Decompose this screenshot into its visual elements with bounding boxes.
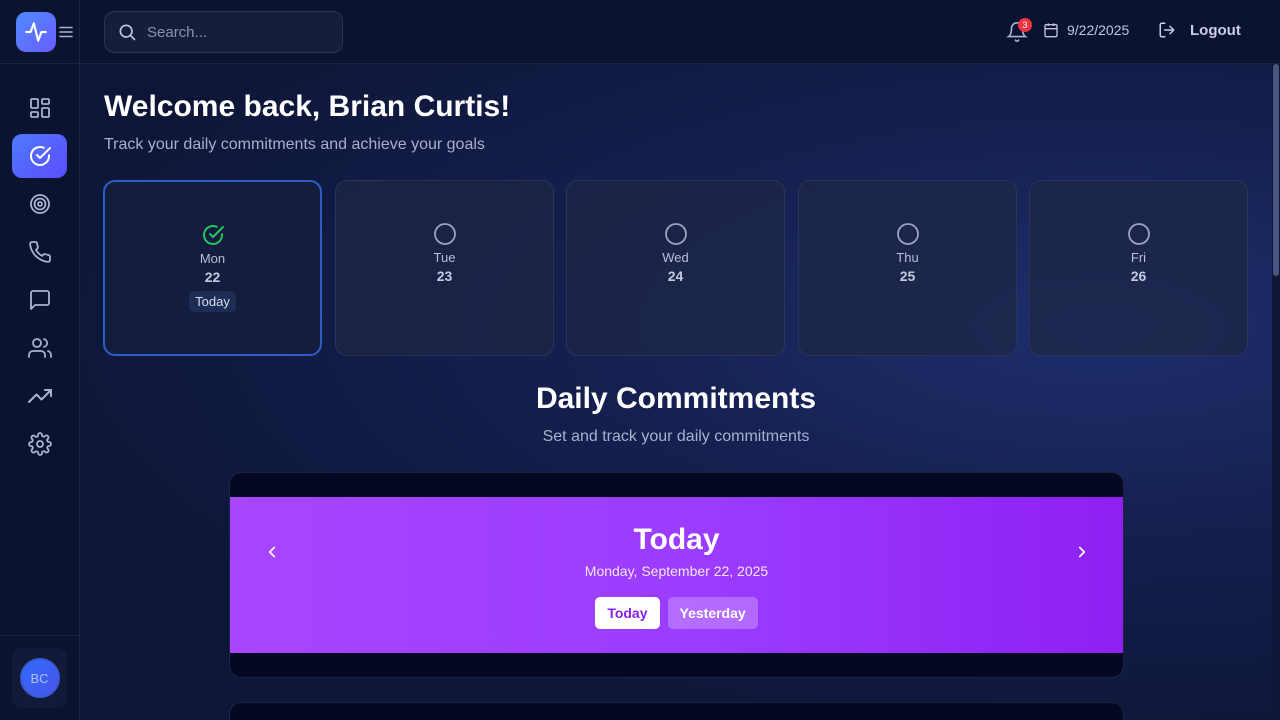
today-button[interactable]: Today [595,597,660,629]
day-card-thu[interactable]: Thu 25 [798,180,1017,356]
chevron-right-icon[interactable] [1073,543,1091,561]
week-days: Mon 22 Today Tue 23 Wed 24 Thu 25 Fri 26 [103,180,1248,356]
day-number: 25 [899,268,916,284]
activity-icon [25,22,47,42]
day-name: Wed [662,250,689,265]
day-name: Thu [896,250,919,265]
current-date: 9/22/2025 [1043,22,1129,38]
banner-date: Monday, September 22, 2025 [584,563,769,579]
sidebar-item-calls[interactable] [12,230,67,274]
notification-badge: 3 [1018,18,1032,32]
page-title: Welcome back, Brian Curtis! [104,90,511,123]
trending-up-icon [27,389,52,403]
circle-icon [896,223,919,245]
app-logo[interactable] [16,12,56,52]
sidebar: BC [0,0,80,720]
phone-icon [28,241,51,263]
scrollbar[interactable] [1272,64,1280,720]
logout-icon [1159,22,1175,38]
today-tag: Today [189,291,236,312]
date-text: 9/22/2025 [1067,22,1130,38]
day-number: 24 [667,268,684,284]
logout-button[interactable]: Logout [1158,21,1241,39]
day-card-fri[interactable]: Fri 26 [1029,180,1248,356]
yesterday-button[interactable]: Yesterday [667,597,758,629]
day-number: 26 [1130,268,1147,284]
search-input[interactable] [147,23,327,41]
sidebar-item-messages[interactable] [12,278,67,322]
day-number: 23 [436,268,453,284]
topbar: 3 9/22/2025 Logout [80,0,1280,64]
day-name: Mon [199,251,226,266]
check-circle-icon [29,146,51,166]
calendar-icon [1044,23,1058,38]
day-card-mon[interactable]: Mon 22 Today [103,180,322,356]
sidebar-item-users[interactable] [12,326,67,370]
search-box[interactable] [104,11,343,53]
dashboard-icon [29,98,50,118]
day-switcher: Today Yesterday [230,597,1123,629]
day-name: Fri [1130,250,1147,265]
sidebar-item-goals[interactable] [12,182,67,226]
check-circle-icon [202,225,224,245]
circle-icon [1127,223,1150,245]
circle-icon [433,223,456,245]
search-icon [119,24,136,41]
day-number: 22 [204,269,221,285]
sidebar-item-settings[interactable] [12,422,67,466]
section-subtitle: Set and track your daily commitments [542,428,810,445]
target-icon [29,194,50,214]
scrollbar-thumb[interactable] [1273,64,1279,276]
sidebar-item-commitments[interactable] [12,134,67,178]
sidebar-item-dashboard[interactable] [12,86,67,130]
avatar[interactable]: BC [19,658,60,698]
banner-title: Today [633,523,720,556]
gear-icon [27,432,52,456]
next-card [229,702,1124,720]
sidebar-item-analytics[interactable] [12,374,67,418]
date-banner: Today Monday, September 22, 2025 Today Y… [230,497,1123,653]
logout-label: Logout [1190,21,1241,39]
section-title: Daily Commitments [535,382,817,415]
sidebar-nav [12,86,67,470]
main-content: Welcome back, Brian Curtis! Track your d… [80,64,1280,720]
day-name: Tue [433,250,456,265]
sidebar-footer: BC [0,635,80,720]
logo-row [0,0,79,64]
day-card-wed[interactable]: Wed 24 [566,180,785,356]
commitments-card: Today Monday, September 22, 2025 Today Y… [229,472,1124,678]
users-icon [27,338,52,358]
circle-icon [664,223,687,245]
message-icon [29,290,50,310]
notifications-button[interactable]: 3 [1006,18,1032,43]
page-subtitle: Track your daily commitments and achieve… [104,136,485,153]
day-card-tue[interactable]: Tue 23 [335,180,554,356]
user-menu[interactable]: BC [12,648,67,708]
menu-icon[interactable] [58,24,74,40]
